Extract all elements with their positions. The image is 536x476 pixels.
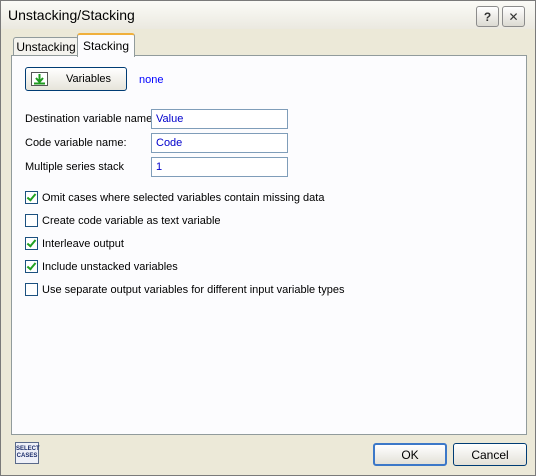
select-cases-line2: CASES: [16, 453, 38, 459]
ok-button[interactable]: OK: [373, 443, 447, 466]
select-cases-line1: SELECT: [16, 446, 40, 452]
multiple-series-input[interactable]: [151, 157, 288, 177]
checkbox-include-unstacked[interactable]: [25, 260, 38, 273]
option-separate-output-label: Use separate output variables for differ…: [42, 283, 345, 296]
help-icon: ?: [483, 9, 492, 24]
option-interleave[interactable]: Interleave output: [25, 237, 124, 250]
checkbox-separate-output[interactable]: [25, 283, 38, 296]
checkbox-interleave[interactable]: [25, 237, 38, 250]
checkbox-code-as-text[interactable]: [25, 214, 38, 227]
variables-button[interactable]: Variables: [25, 67, 127, 91]
code-variable-label: Code variable name:: [25, 137, 127, 149]
option-code-as-text-label: Create code variable as text variable: [42, 214, 221, 227]
window-title: Unstacking/Stacking: [8, 7, 135, 23]
variables-selection-text: none: [139, 74, 164, 86]
code-variable-input[interactable]: [151, 133, 288, 153]
destination-variable-input[interactable]: [151, 109, 288, 129]
checkbox-omit-missing[interactable]: [25, 191, 38, 204]
variables-icon: [31, 72, 48, 86]
option-separate-output[interactable]: Use separate output variables for differ…: [25, 283, 344, 296]
multiple-series-label: Multiple series stack: [25, 161, 125, 173]
option-omit-missing-label: Omit cases where selected variables cont…: [42, 191, 325, 204]
tab-stacking[interactable]: Stacking: [77, 33, 135, 57]
title-bar: Unstacking/Stacking ? ✕: [1, 1, 535, 29]
dialog-window: Unstacking/Stacking ? ✕ Unstacking Stack…: [0, 0, 536, 476]
close-button[interactable]: ✕: [502, 6, 525, 27]
close-icon: ✕: [508, 9, 519, 24]
option-code-as-text[interactable]: Create code variable as text variable: [25, 214, 221, 227]
destination-variable-label: Destination variable name:: [25, 113, 156, 125]
select-cases-icon[interactable]: SELECT CASES: [15, 442, 40, 464]
help-button[interactable]: ?: [476, 6, 499, 27]
variables-button-label: Variables: [66, 73, 112, 85]
cancel-button[interactable]: Cancel: [453, 443, 527, 466]
option-interleave-label: Interleave output: [42, 237, 124, 250]
option-include-unstacked[interactable]: Include unstacked variables: [25, 260, 178, 273]
option-include-unstacked-label: Include unstacked variables: [42, 260, 178, 273]
tab-unstacking[interactable]: Unstacking: [13, 37, 79, 56]
option-omit-missing[interactable]: Omit cases where selected variables cont…: [25, 191, 324, 204]
